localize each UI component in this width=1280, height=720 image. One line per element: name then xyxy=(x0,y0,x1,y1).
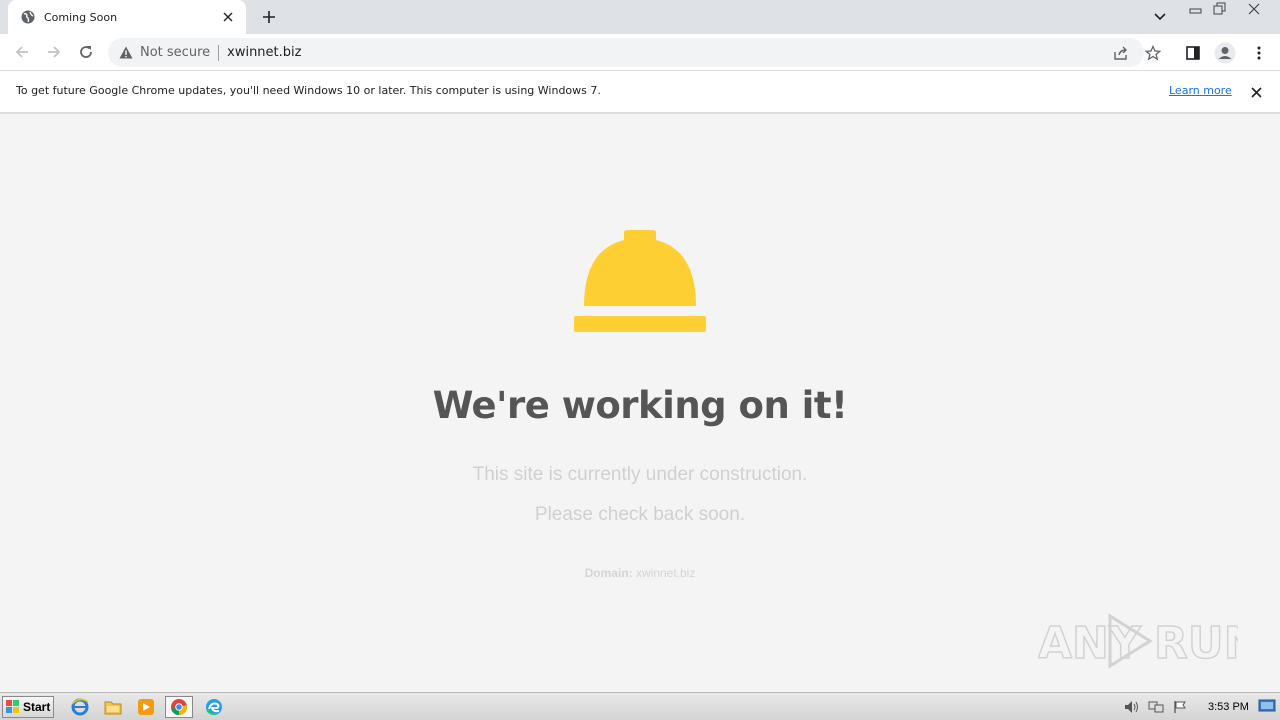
not-secure-label[interactable]: Not secure xyxy=(140,45,210,60)
watermark-right-text: RUN xyxy=(1154,618,1238,669)
tab-search-chevron-icon[interactable] xyxy=(1150,8,1170,26)
share-icon[interactable] xyxy=(1112,44,1130,62)
hard-hat-icon xyxy=(574,230,706,332)
domain-line: Domain: xwinnet.biz xyxy=(0,566,1280,580)
edge-icon[interactable] xyxy=(200,696,228,718)
check-back-message: Please check back soon. xyxy=(534,504,746,525)
domain-value: xwinnet.biz xyxy=(635,566,696,580)
profile-avatar-icon[interactable] xyxy=(1214,42,1236,64)
chrome-icon[interactable] xyxy=(165,696,193,718)
address-bar[interactable]: Not secure xwinnet.biz xyxy=(108,38,1161,67)
start-label: Start xyxy=(23,700,51,714)
update-infobar: To get future Google Chrome updates, you… xyxy=(0,71,1280,113)
back-button[interactable] xyxy=(10,40,34,64)
infobar-message: To get future Google Chrome updates, you… xyxy=(16,84,601,97)
minimize-button[interactable] xyxy=(1184,0,1208,18)
taskbar-clock[interactable]: 3:53 PM xyxy=(1208,701,1249,713)
tab-title: Coming Soon xyxy=(44,10,118,24)
learn-more-link[interactable]: Learn more xyxy=(1169,84,1232,97)
helmet-brim xyxy=(574,316,706,332)
page-heading: We're working on it! xyxy=(432,384,848,427)
close-window-button[interactable] xyxy=(1242,0,1266,18)
new-tab-button[interactable] xyxy=(258,6,280,28)
forward-button[interactable] xyxy=(42,40,66,64)
anyrun-watermark-logo: ANY RUN xyxy=(1038,613,1238,670)
tab-strip: Coming Soon xyxy=(0,0,1280,34)
url-text[interactable]: xwinnet.biz xyxy=(227,45,301,60)
page-content: We're working on it! This site is curren… xyxy=(0,114,1280,692)
side-panel-icon[interactable] xyxy=(1182,42,1204,64)
action-center-flag-icon[interactable] xyxy=(1170,697,1190,717)
reload-button[interactable] xyxy=(74,40,98,64)
windows-taskbar: Start 3:53 PM xyxy=(0,692,1280,720)
globe-icon xyxy=(20,9,36,25)
ie-icon[interactable] xyxy=(66,696,94,718)
construction-message: This site is currently under constructio… xyxy=(472,464,808,485)
network-icon[interactable] xyxy=(1146,697,1166,717)
windows-logo-icon xyxy=(6,700,19,713)
media-player-icon[interactable] xyxy=(132,696,160,718)
restore-button[interactable] xyxy=(1208,0,1232,18)
menu-kebab-icon[interactable] xyxy=(1248,42,1270,64)
system-tray xyxy=(1122,695,1280,719)
explorer-icon[interactable] xyxy=(99,696,127,718)
browser-toolbar: Not secure xwinnet.biz xyxy=(0,34,1280,71)
show-desktop-icon[interactable] xyxy=(1258,698,1276,714)
start-button[interactable]: Start xyxy=(2,696,54,718)
omnibox-divider xyxy=(218,44,220,61)
tab-close-icon[interactable] xyxy=(220,9,236,25)
tab-coming-soon[interactable]: Coming Soon xyxy=(8,0,246,34)
helmet-dome xyxy=(584,230,696,306)
speaker-icon[interactable] xyxy=(1122,697,1142,717)
bookmark-star-icon[interactable] xyxy=(1144,44,1162,62)
infobar-close-icon[interactable] xyxy=(1248,84,1264,100)
warning-icon[interactable] xyxy=(118,45,134,61)
domain-label: Domain: xyxy=(584,566,633,580)
